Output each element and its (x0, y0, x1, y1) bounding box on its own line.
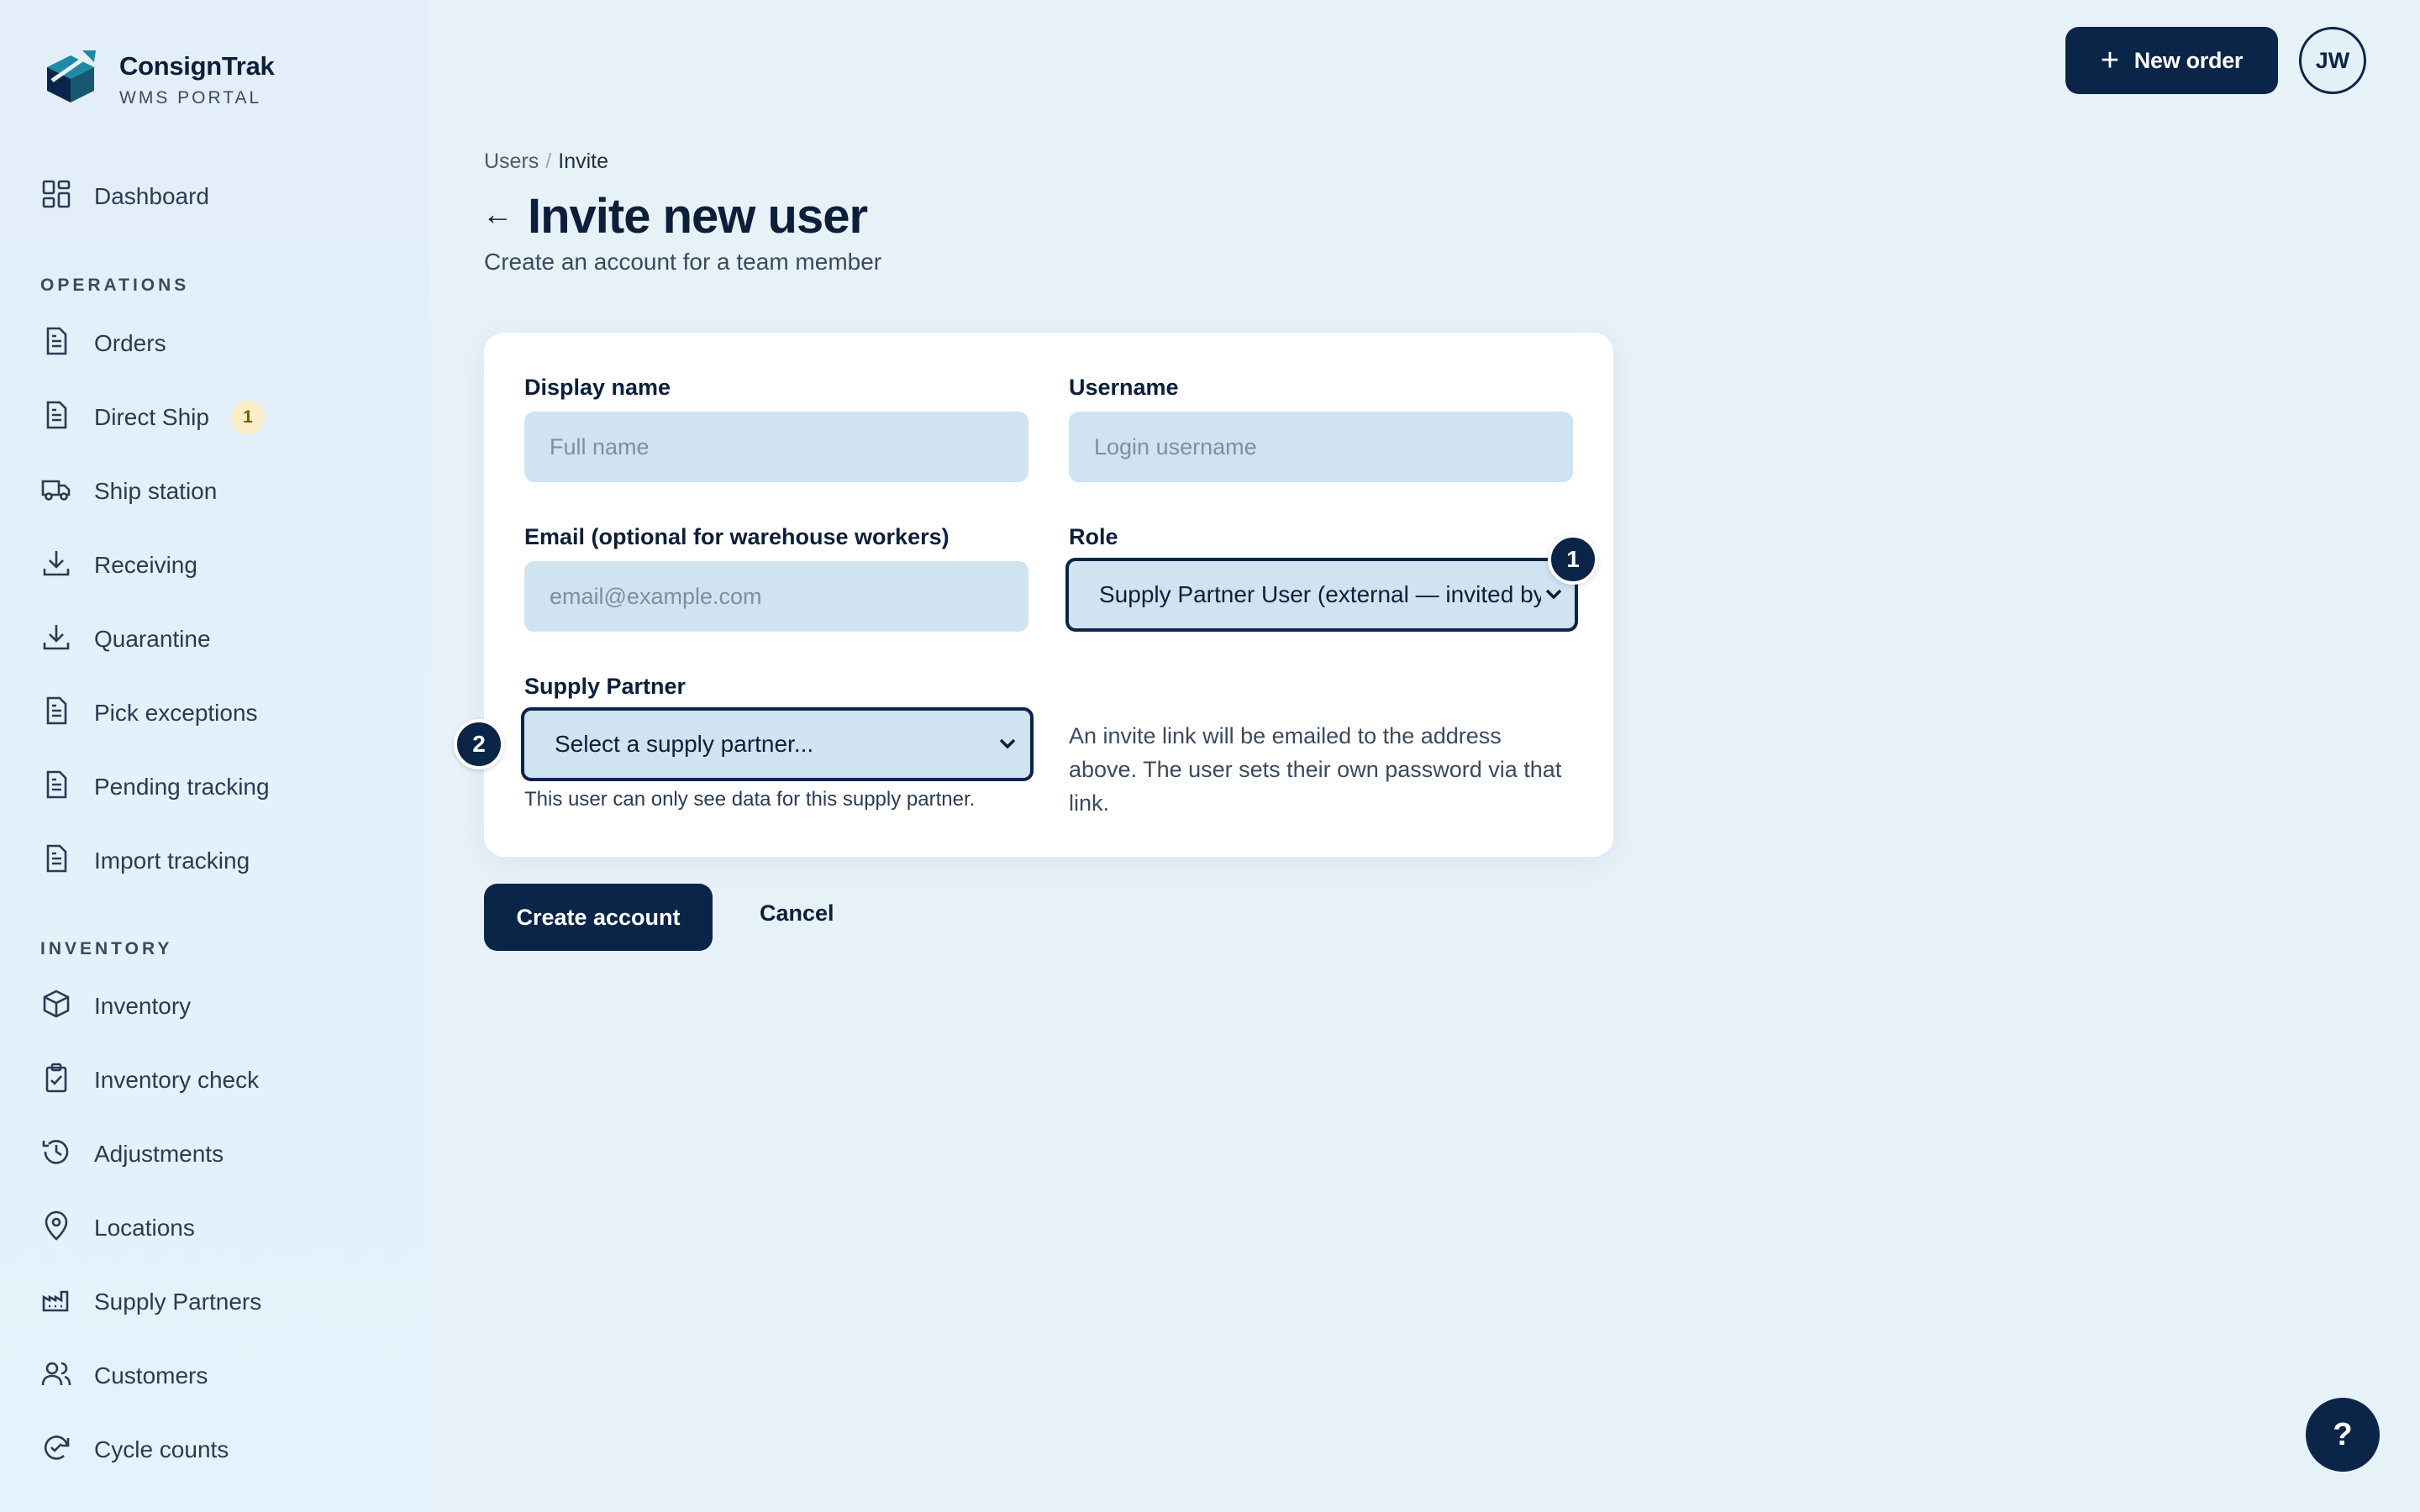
factory-icon (40, 1284, 72, 1321)
breadcrumb: Users / Invite (484, 150, 608, 174)
document-icon (40, 769, 72, 806)
sidebar-item-pick-exceptions[interactable]: Pick exceptions (40, 688, 402, 738)
sidebar-item-label: Dashboard (94, 183, 209, 209)
download-icon (40, 547, 72, 585)
role-select-value: Supply Partner User (external — invited … (1099, 581, 1545, 607)
back-arrow-icon[interactable]: ← (482, 197, 513, 232)
sidebar-item-supply-partners[interactable]: Supply Partners (40, 1277, 402, 1327)
sidebar-item-import-tracking[interactable]: Import tracking (40, 836, 402, 886)
sidebar-item-label: Ship station (94, 478, 218, 504)
sidebar-item-label: Quarantine (94, 626, 211, 652)
sidebar-item-ship-station[interactable]: Ship station (40, 466, 402, 517)
page-title: Invite new user (528, 189, 868, 244)
sidebar-item-label: Receiving (94, 552, 197, 578)
sidebar-item-adjustments[interactable]: Adjustments (40, 1129, 402, 1179)
brand[interactable]: ConsignTrak WMS PORTAL (40, 47, 275, 112)
sidebar-item-inventory[interactable]: Inventory (40, 981, 402, 1032)
sidebar-item-label: Locations (94, 1215, 195, 1241)
sidebar-item-label: Orders (94, 330, 166, 356)
consigntrak-logo-icon (40, 47, 101, 112)
new-order-button[interactable]: + New order (2065, 27, 2278, 94)
annotation-marker-2: 2 (454, 719, 504, 769)
new-order-label: New order (2133, 47, 2244, 73)
email-label: Email (optional for warehouse workers) (524, 524, 950, 549)
count-badge: 1 (230, 401, 265, 434)
sidebar-item-label: Adjustments (94, 1141, 224, 1167)
document-icon (40, 843, 72, 880)
clipboard-check-icon (40, 1062, 72, 1100)
sidebar-item-label: Inventory (94, 993, 192, 1019)
create-account-button[interactable]: Create account (484, 884, 713, 951)
email-field[interactable] (524, 561, 1028, 632)
dashboard-grid-icon (40, 178, 72, 216)
history-icon (40, 1136, 72, 1173)
sidebar-item-label: Customers (94, 1362, 208, 1389)
section-heading-operations: OPERATIONS (40, 276, 190, 295)
chevron-down-icon (1541, 581, 1566, 606)
role-label: Role (1069, 524, 1118, 549)
download-icon (40, 621, 72, 659)
chevron-down-icon (995, 731, 1020, 756)
section-heading-inventory: INVENTORY (40, 939, 173, 958)
sidebar-item-label: Supply Partners (94, 1289, 262, 1315)
sidebar-item-quarantine[interactable]: Quarantine (40, 614, 402, 664)
breadcrumb-separator: / (545, 150, 552, 173)
box-icon (40, 988, 72, 1026)
sidebar-item-label: Import tracking (94, 848, 250, 874)
help-button[interactable]: ? (2306, 1398, 2380, 1472)
role-select[interactable]: Supply Partner User (external — invited … (1065, 558, 1578, 632)
breadcrumb-users-link[interactable]: Users (484, 150, 539, 173)
display-name-label: Display name (524, 375, 671, 400)
sidebar-item-cycle-counts[interactable]: Cycle counts (40, 1425, 402, 1475)
annotation-marker-1: 1 (1548, 534, 1598, 585)
sidebar-item-dashboard[interactable]: Dashboard (40, 171, 402, 222)
sidebar-item-label: Pending tracking (94, 774, 270, 800)
brand-subtitle: WMS PORTAL (119, 87, 262, 108)
sidebar-item-label: Pick exceptions (94, 700, 258, 726)
sidebar: ConsignTrak WMS PORTAL Dashboard OPERATI… (0, 0, 430, 1512)
sidebar-item-customers[interactable]: Customers (40, 1351, 402, 1401)
map-pin-icon (40, 1210, 72, 1247)
sidebar-item-locations[interactable]: Locations (40, 1203, 402, 1253)
sidebar-item-receiving[interactable]: Receiving (40, 540, 402, 591)
document-icon (40, 399, 72, 437)
sidebar-item-label: Cycle counts (94, 1436, 229, 1462)
sidebar-item-label: Direct Ship (94, 404, 209, 430)
username-label: Username (1069, 375, 1179, 400)
cancel-button[interactable]: Cancel (760, 900, 834, 927)
avatar[interactable]: JW (2299, 27, 2366, 94)
sidebar-item-orders[interactable]: Orders (40, 318, 402, 369)
sidebar-item-pending-tracking[interactable]: Pending tracking (40, 762, 402, 812)
brand-name: ConsignTrak (119, 50, 275, 81)
supply-partner-helper: This user can only see data for this sup… (524, 788, 976, 811)
username-input[interactable] (1069, 412, 1573, 482)
breadcrumb-current: Invite (558, 150, 609, 173)
invite-info-text: An invite link will be emailed to the ad… (1069, 723, 1562, 816)
sidebar-item-inventory-check[interactable]: Inventory check (40, 1055, 402, 1105)
plus-icon: + (2100, 43, 2119, 78)
sidebar-item-direct-ship[interactable]: Direct Ship 1 (40, 392, 402, 443)
users-icon (40, 1357, 72, 1395)
refresh-check-icon (40, 1431, 72, 1469)
supply-partner-label: Supply Partner (524, 674, 687, 699)
document-icon (40, 325, 72, 363)
supply-partner-select[interactable]: Select a supply partner... (521, 707, 1034, 781)
sidebar-item-label: Inventory check (94, 1067, 260, 1093)
display-name-input[interactable] (524, 412, 1028, 482)
truck-icon (40, 473, 72, 511)
page-subtitle: Create an account for a team member (484, 249, 882, 275)
invite-form-card: Display name Username Email (optional fo… (454, 333, 1613, 857)
supply-partner-select-value: Select a supply partner... (555, 731, 814, 757)
document-icon (40, 695, 72, 732)
